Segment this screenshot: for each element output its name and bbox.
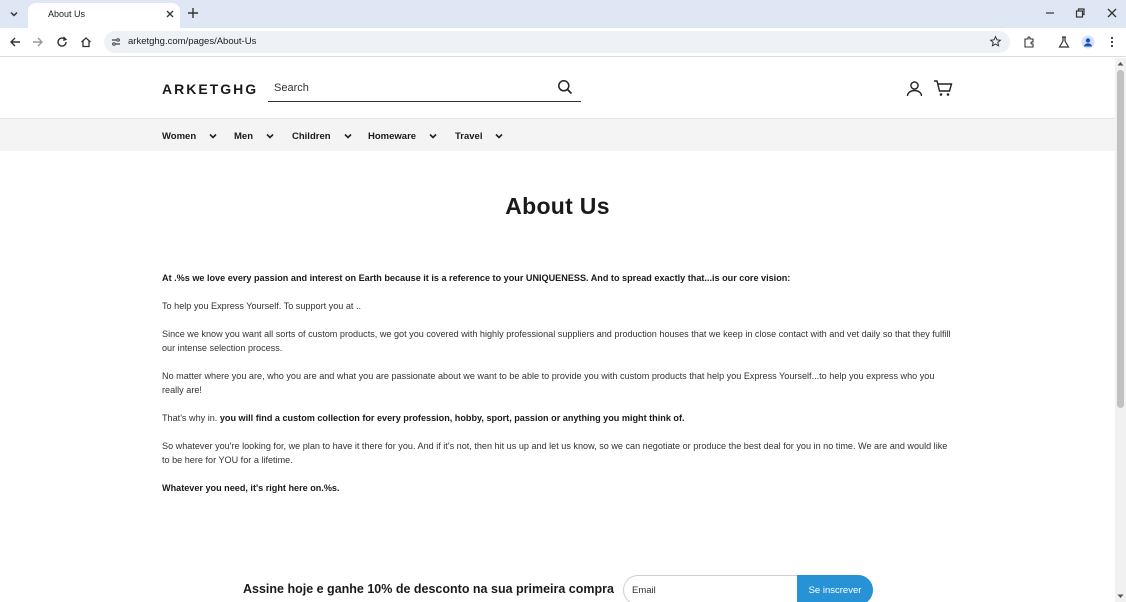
reload-icon[interactable] bbox=[55, 35, 69, 49]
active-tab[interactable]: About Us bbox=[28, 3, 180, 28]
chevron-down-icon bbox=[429, 133, 437, 139]
paragraph-support: To help you Express Yourself. To support… bbox=[162, 301, 362, 311]
main-nav: Women Men Children Homeware Travel bbox=[0, 119, 1115, 151]
home-icon[interactable] bbox=[79, 35, 93, 49]
about-content: At .%s we love every passion and interes… bbox=[162, 271, 954, 509]
collection-lead-text: That's why in. bbox=[162, 413, 220, 423]
scrollbar-thumb[interactable] bbox=[1117, 70, 1124, 408]
nav-item-children[interactable]: Children bbox=[292, 129, 353, 143]
collection-bold-text: you will find a custom collection for ev… bbox=[219, 413, 685, 423]
nav-item-homeware[interactable]: Homeware bbox=[368, 129, 438, 143]
minimize-icon[interactable] bbox=[1043, 6, 1057, 20]
tab-title: About Us bbox=[48, 9, 86, 19]
page-viewport: ARKETGHG Women Men Children Homeware Tra… bbox=[0, 58, 1115, 602]
page-title: About Us bbox=[505, 193, 610, 219]
profile-avatar-icon[interactable] bbox=[1081, 35, 1095, 49]
site-logo[interactable]: ARKETGHG bbox=[162, 81, 258, 97]
email-input[interactable] bbox=[632, 582, 792, 598]
site-settings-icon[interactable] bbox=[110, 36, 122, 48]
paragraph-closing: Whatever you need, it's right here on.%s… bbox=[162, 481, 954, 495]
nav-label: Travel bbox=[455, 130, 483, 142]
chevron-down-icon bbox=[209, 133, 217, 139]
subscribe-button[interactable]: Se inscrever bbox=[797, 575, 873, 602]
nav-label: Women bbox=[162, 130, 197, 142]
paragraph-passion: No matter where you are, who you are and… bbox=[162, 371, 935, 395]
search-icon[interactable] bbox=[557, 79, 573, 95]
browser-toolbar: arketghg.com/pages/About-Us bbox=[0, 28, 1126, 57]
vision-text: At .%s we love every passion and interes… bbox=[162, 273, 791, 283]
paragraph-suppliers: Since we know you want all sorts of cust… bbox=[162, 329, 951, 353]
chevron-down-icon bbox=[266, 133, 274, 139]
paragraph-vision: At .%s we love every passion and interes… bbox=[162, 271, 954, 285]
forward-icon[interactable] bbox=[31, 35, 45, 49]
nav-item-women[interactable]: Women bbox=[162, 129, 218, 143]
close-tab-icon[interactable] bbox=[164, 8, 176, 20]
new-tab-icon[interactable] bbox=[186, 6, 200, 20]
chevron-down-icon bbox=[343, 133, 352, 139]
close-window-icon[interactable] bbox=[1105, 6, 1119, 20]
chevron-down-icon bbox=[10, 11, 18, 17]
paragraph-lifetime: So whatever you're looking for, we plan … bbox=[162, 441, 948, 465]
restore-icon[interactable] bbox=[1073, 6, 1087, 20]
scroll-down-arrow-icon[interactable] bbox=[1117, 594, 1124, 599]
search-input[interactable] bbox=[274, 79, 544, 97]
closing-text: Whatever you need, it's right here on.%s… bbox=[162, 483, 340, 493]
account-icon[interactable] bbox=[906, 80, 923, 97]
paragraph-collection: That's why in. you will find a custom co… bbox=[162, 411, 954, 425]
nav-item-travel[interactable]: Travel bbox=[455, 129, 504, 143]
address-url: arketghg.com/pages/About-Us bbox=[128, 36, 257, 47]
extensions-icon[interactable] bbox=[1022, 35, 1036, 49]
browser-menu-icon[interactable] bbox=[1105, 35, 1119, 49]
nav-label: Children bbox=[292, 130, 331, 142]
page-scrollbar[interactable] bbox=[1115, 58, 1126, 602]
chevron-down-icon bbox=[495, 133, 504, 139]
tab-search-button[interactable] bbox=[4, 4, 24, 24]
cart-icon[interactable] bbox=[933, 79, 953, 97]
site-header: ARKETGHG bbox=[0, 58, 1115, 119]
nav-label: Homeware bbox=[368, 130, 417, 142]
browser-tab-strip: About Us bbox=[0, 0, 1126, 28]
scroll-up-arrow-icon[interactable] bbox=[1117, 61, 1124, 66]
address-bar[interactable]: arketghg.com/pages/About-Us bbox=[104, 31, 1010, 53]
nav-label: Men bbox=[234, 130, 253, 142]
labs-flask-icon[interactable] bbox=[1057, 35, 1071, 49]
back-icon[interactable] bbox=[8, 35, 22, 49]
nav-item-men[interactable]: Men bbox=[234, 129, 275, 143]
bookmark-star-icon[interactable] bbox=[989, 35, 1002, 48]
newsletter-title: Assine hoje e ganhe 10% de desconto na s… bbox=[243, 582, 614, 596]
search-bar bbox=[268, 76, 581, 102]
